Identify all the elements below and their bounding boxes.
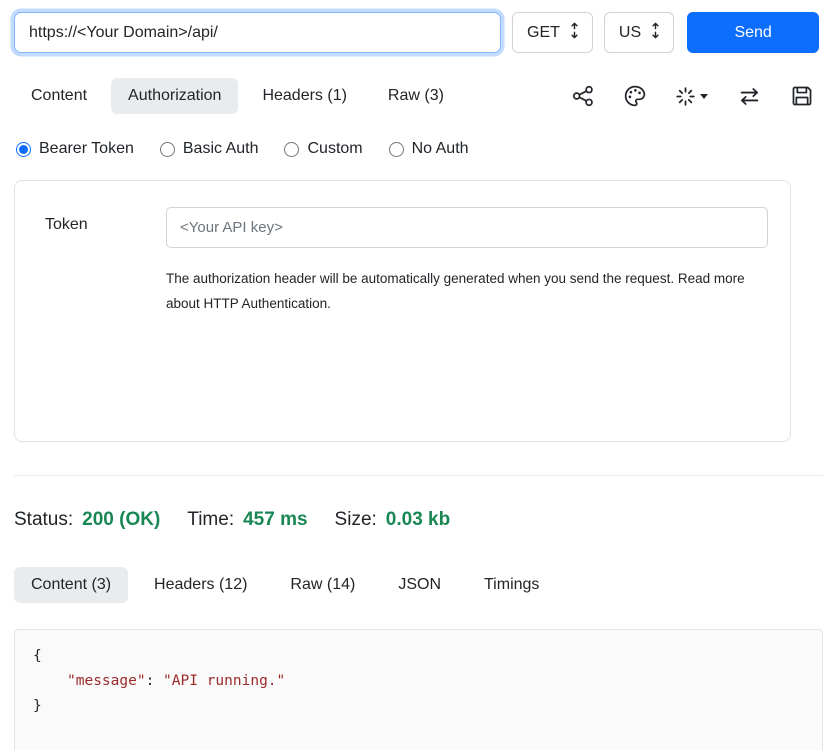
chevron-down-icon [700,94,708,99]
time-group: Time: 457 ms [187,509,307,531]
method-select[interactable]: GET [512,12,593,53]
response-body[interactable]: { "message": "API running." } [14,629,823,750]
auth-type-radios: Bearer Token Basic Auth Custom No Auth [14,140,823,158]
updown-arrows-icon [650,22,661,44]
method-select-value: GET [527,24,560,42]
request-tabs-row: Content Authorization Headers (1) Raw (3… [14,78,823,114]
json-string-value: "API running." [163,673,285,689]
status-label: Status: [14,509,73,531]
status-group: Status: 200 (OK) [14,509,160,531]
size-value: 0.03 kb [386,509,450,531]
radio-basic-auth[interactable]: Basic Auth [160,140,259,158]
auth-helper-text: The authorization header will be automat… [166,267,766,317]
radio-bearer-token[interactable]: Bearer Token [16,140,134,158]
tab-headers[interactable]: Headers (1) [245,78,363,114]
tab-response-headers[interactable]: Headers (12) [137,567,264,603]
region-select-value: US [619,24,641,42]
toolbar-icons [572,85,823,107]
magic-options-icon[interactable] [676,87,708,106]
token-input[interactable] [166,207,768,248]
status-value: 200 (OK) [82,509,160,531]
time-value: 457 ms [243,509,307,531]
updown-arrows-icon [569,22,580,44]
request-bar: GET US Send [14,12,823,53]
save-icon[interactable] [791,85,813,107]
response-status-row: Status: 200 (OK) Time: 457 ms Size: 0.03… [14,509,823,531]
share-icon[interactable] [572,85,594,107]
size-label: Size: [335,509,377,531]
radio-button-icon [389,142,404,157]
section-divider [14,475,823,476]
region-select[interactable]: US [604,12,674,53]
response-tabs-row: Content (3) Headers (12) Raw (14) JSON T… [14,567,823,603]
json-line: { [33,644,804,669]
token-panel: Token The authorization header will be a… [14,180,791,442]
json-line: } [33,694,804,719]
token-field-column: The authorization header will be automat… [166,207,768,317]
radio-label: Basic Auth [183,140,259,158]
radio-label: No Auth [412,140,469,158]
radio-custom[interactable]: Custom [284,140,362,158]
tab-content[interactable]: Content [14,78,104,114]
radio-button-icon [284,142,299,157]
json-line: "message": "API running." [33,669,804,694]
tab-response-timings[interactable]: Timings [467,567,556,603]
tab-authorization[interactable]: Authorization [111,78,238,114]
radio-button-icon [160,142,175,157]
theme-palette-icon[interactable] [624,85,646,107]
tab-raw[interactable]: Raw (3) [371,78,461,114]
tab-response-content[interactable]: Content (3) [14,567,128,603]
tab-response-json[interactable]: JSON [381,567,458,603]
json-key: "message" [67,673,146,689]
radio-no-auth[interactable]: No Auth [389,140,469,158]
size-group: Size: 0.03 kb [335,509,451,531]
swap-arrows-icon[interactable] [738,86,761,107]
token-label: Token [45,207,166,234]
url-input[interactable] [14,12,501,53]
json-separator: : [146,673,163,689]
radio-label: Custom [307,140,362,158]
radio-label: Bearer Token [39,140,134,158]
send-button[interactable]: Send [687,12,819,53]
time-label: Time: [187,509,234,531]
radio-button-icon [16,142,31,157]
tab-response-raw[interactable]: Raw (14) [273,567,372,603]
